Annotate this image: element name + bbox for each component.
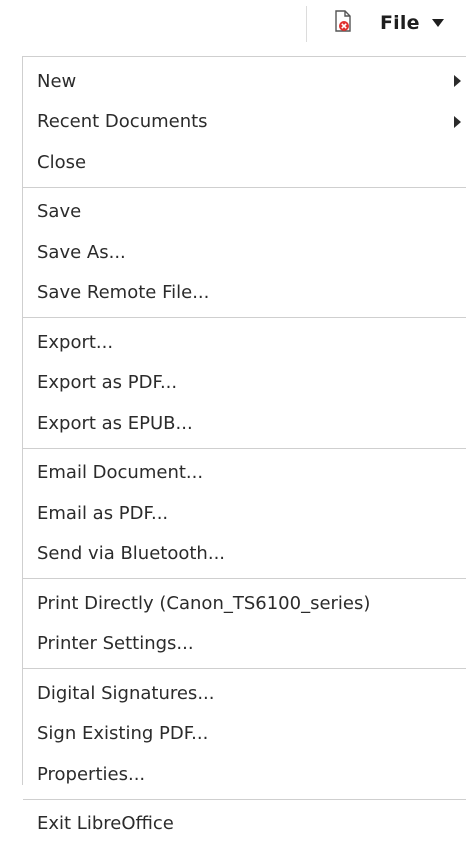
toolbar: File [0, 0, 466, 48]
menu-item-label: Exit LibreOffice [37, 813, 174, 834]
menu-item-digital-signatures[interactable]: Digital Signatures... [23, 673, 466, 714]
menu-item-label: Export... [37, 332, 113, 353]
menu-item-label: Export as PDF... [37, 372, 177, 393]
menu-item-sign-existing-pdf[interactable]: Sign Existing PDF... [23, 714, 466, 755]
menu-item-print-directly-canon-ts6100-series[interactable]: Print Directly (Canon_TS6100_series) [23, 583, 466, 624]
menu-item-recent-documents[interactable]: Recent Documents [23, 102, 466, 143]
menu-item-new[interactable]: New [23, 61, 466, 102]
menu-item-close[interactable]: Close [23, 142, 466, 183]
menu-group: Exit LibreOffice [23, 800, 466, 848]
menu-item-label: Recent Documents [37, 111, 208, 132]
menu-group: Email Document... Email as PDF... Send via… [23, 449, 466, 580]
menu-item-email-document[interactable]: Email Document... [23, 453, 466, 494]
menu-item-send-via-bluetooth[interactable]: Send via Bluetooth... [23, 534, 466, 575]
caret-down-icon [432, 19, 444, 27]
menu-item-label: Printer Settings... [37, 633, 194, 654]
menu-item-label: Sign Existing PDF... [37, 723, 208, 744]
menu-item-label: Save [37, 201, 81, 222]
menu-item-label: Export as EPUB... [37, 413, 193, 434]
menu-item-properties[interactable]: Properties... [23, 754, 466, 795]
menu-item-label: Properties... [37, 764, 145, 785]
menu-item-label: Close [37, 152, 86, 173]
menu-item-export-as-pdf[interactable]: Export as PDF... [23, 363, 466, 404]
menu-group: Export... Export as PDF... Export as EPUB.… [23, 318, 466, 449]
menu-item-label: Send via Bluetooth... [37, 543, 225, 564]
menu-item-save-remote-file[interactable]: Save Remote File... [23, 273, 466, 314]
menu-group: New Recent Documents Close [23, 57, 466, 188]
file-menu-button[interactable]: File [380, 8, 462, 38]
submenu-arrow-icon [454, 75, 461, 87]
menu-item-export[interactable]: Export... [23, 322, 466, 363]
menu-group: Print Directly (Canon_TS6100_series) Prin… [23, 579, 466, 669]
menu-item-label: Print Directly (Canon_TS6100_series) [37, 593, 370, 614]
menu-item-save[interactable]: Save [23, 192, 466, 233]
document-error-icon[interactable] [334, 10, 352, 32]
file-menu-label: File [380, 12, 420, 34]
menu-item-label: Digital Signatures... [37, 683, 214, 704]
file-dropdown-menu: NewRecent DocumentsCloseSaveSave As...Sa… [22, 56, 466, 785]
menu-item-label: Save Remote File... [37, 282, 209, 303]
menu-item-export-as-epub[interactable]: Export as EPUB... [23, 403, 466, 444]
menu-item-label: Email Document... [37, 462, 203, 483]
menu-item-printer-settings[interactable]: Printer Settings... [23, 624, 466, 665]
submenu-arrow-icon [454, 116, 461, 128]
menu-item-label: Email as PDF... [37, 503, 168, 524]
menu-item-save-as[interactable]: Save As... [23, 232, 466, 273]
menu-item-label: New [37, 71, 76, 92]
menu-item-exit-libreoffice[interactable]: Exit LibreOffice [23, 804, 466, 845]
menu-item-label: Save As... [37, 242, 126, 263]
toolbar-separator [306, 6, 307, 42]
menu-group: Save Save As... Save Remote File... [23, 188, 466, 319]
menu-item-email-as-pdf[interactable]: Email as PDF... [23, 493, 466, 534]
menu-group: Digital Signatures... Sign Existing PDF..… [23, 669, 466, 800]
